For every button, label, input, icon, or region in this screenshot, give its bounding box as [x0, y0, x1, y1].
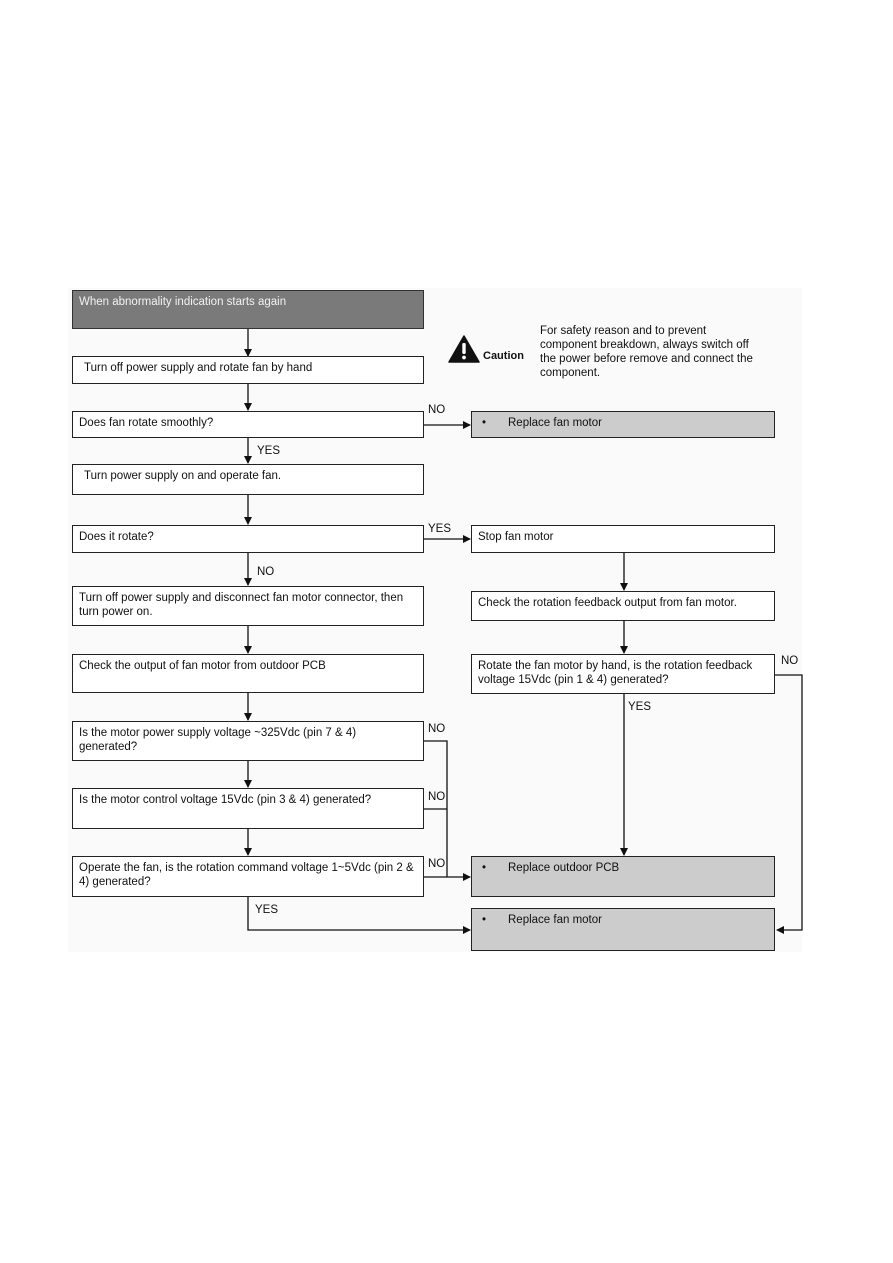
label-yes: YES [628, 701, 652, 713]
step-text: Turn off power supply and rotate fan by … [84, 362, 313, 374]
bullet-icon: • [482, 862, 487, 874]
label-no: NO [428, 791, 446, 803]
action-text: Replace outdoor PCB [508, 862, 620, 874]
step-disconnect-connector: Turn off power supply and disconnect fan… [72, 586, 424, 626]
action-replace-outdoor-pcb: • Replace outdoor PCB [471, 856, 775, 897]
start-box: When abnormality indication starts again [72, 290, 424, 329]
label-yes: YES [428, 523, 452, 535]
label-no: NO [257, 566, 275, 578]
step-text: Check the rotation feedback output from … [478, 597, 737, 609]
step-text: Turn power supply on and operate fan. [84, 470, 282, 482]
step-text: Is the motor control voltage 15Vdc (pin … [79, 794, 372, 806]
start-text: When abnormality indication starts again [79, 296, 287, 308]
step-text: Does fan rotate smoothly? [79, 417, 214, 429]
step-text: Rotate the fan motor by hand, is the rot… [478, 660, 753, 686]
action-replace-fan-motor-2: • Replace fan motor [471, 908, 775, 951]
decision-does-it-rotate: Does it rotate? [72, 525, 424, 553]
step-text: Does it rotate? [79, 531, 154, 543]
action-text: Replace fan motor [508, 914, 602, 926]
step-power-on-operate: Turn power supply on and operate fan. [72, 464, 424, 495]
step-text: Turn off power supply and disconnect fan… [79, 592, 404, 618]
step-turn-off-rotate: Turn off power supply and rotate fan by … [72, 356, 424, 384]
decision-rotate-smoothly: Does fan rotate smoothly? [72, 411, 424, 438]
action-text: Replace fan motor [508, 417, 602, 429]
bullet-icon: • [482, 417, 487, 429]
step-text: Operate the fan, is the rotation command… [79, 862, 414, 888]
step-text: Stop fan motor [478, 531, 554, 543]
step-stop-fan: Stop fan motor [471, 525, 775, 553]
bullet-icon: • [482, 914, 487, 926]
warning-triangle-icon [448, 335, 480, 363]
decision-feedback-voltage: Rotate the fan motor by hand, is the rot… [471, 654, 775, 694]
step-check-feedback: Check the rotation feedback output from … [471, 591, 775, 621]
action-replace-fan-motor-1: • Replace fan motor [471, 411, 775, 438]
decision-command-voltage: Operate the fan, is the rotation command… [72, 856, 424, 897]
label-no: NO [781, 655, 799, 667]
label-no: NO [428, 858, 446, 870]
step-text: Is the motor power supply voltage ~325Vd… [79, 727, 357, 753]
label-yes: YES [257, 445, 281, 457]
caution-label: Caution [483, 350, 524, 362]
label-no: NO [428, 404, 446, 416]
caution-text: For safety reason and to prevent compone… [540, 325, 753, 379]
label-yes: YES [255, 904, 279, 916]
label-no: NO [428, 723, 446, 735]
decision-power-supply-voltage: Is the motor power supply voltage ~325Vd… [72, 721, 424, 761]
decision-control-voltage: Is the motor control voltage 15Vdc (pin … [72, 788, 424, 829]
step-check-output: Check the output of fan motor from outdo… [72, 654, 424, 693]
step-text: Check the output of fan motor from outdo… [79, 660, 326, 672]
